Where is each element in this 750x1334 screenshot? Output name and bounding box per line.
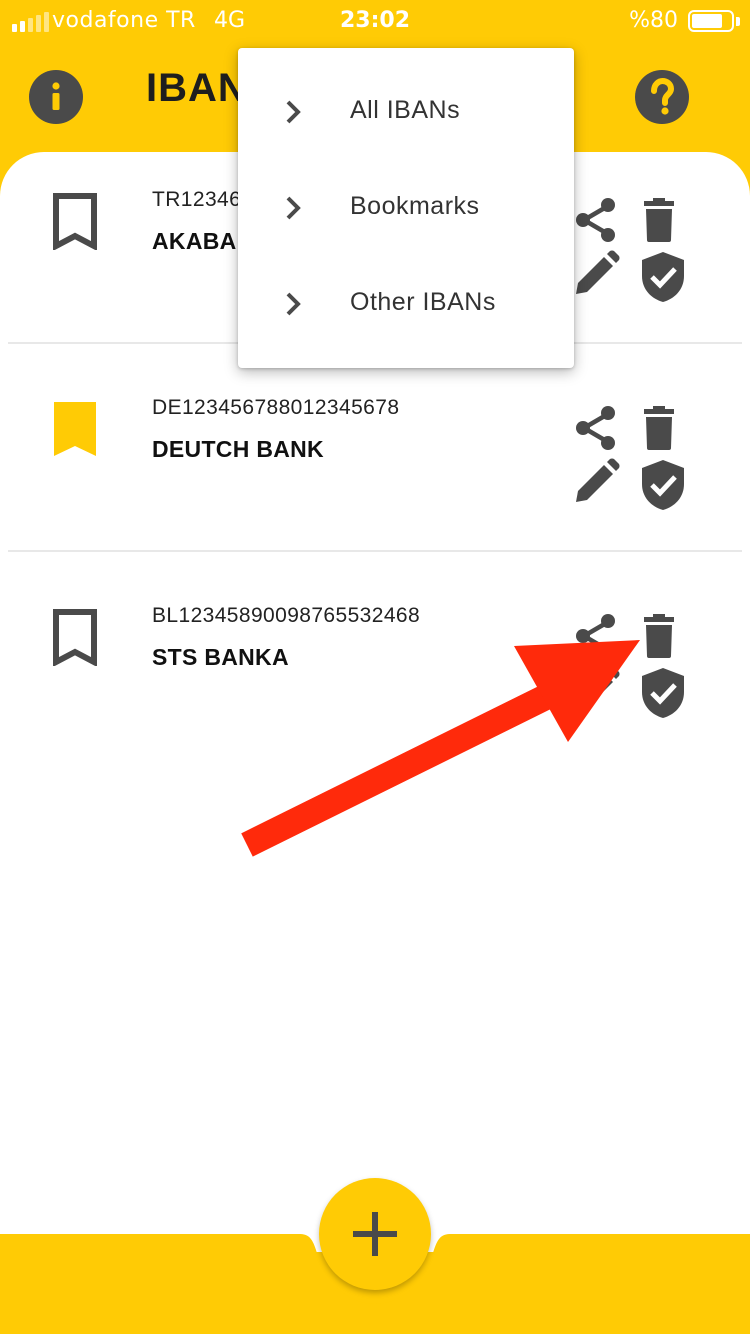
trash-icon[interactable] bbox=[640, 196, 688, 244]
share-icon[interactable] bbox=[572, 612, 620, 660]
shield-check-icon[interactable] bbox=[638, 666, 688, 720]
menu-item-label: All IBANs bbox=[350, 96, 461, 124]
battery-tip bbox=[736, 17, 740, 26]
chevron-right-icon bbox=[286, 196, 301, 220]
page-title: IBAN bbox=[146, 66, 248, 110]
iban-row[interactable]: DE123456788012345678 DEUTCH BANK bbox=[8, 344, 742, 552]
bookmark-filled-icon[interactable] bbox=[52, 400, 98, 458]
menu-item-label: Bookmarks bbox=[350, 192, 480, 220]
share-icon[interactable] bbox=[572, 196, 620, 244]
menu-item-all-ibans[interactable]: All IBANs bbox=[238, 64, 574, 160]
trash-icon[interactable] bbox=[640, 612, 688, 660]
help-button[interactable] bbox=[635, 70, 689, 124]
add-iban-button[interactable] bbox=[319, 1178, 431, 1290]
chevron-right-icon bbox=[286, 292, 301, 316]
bank-name: DEUTCH BANK bbox=[152, 436, 324, 462]
trash-icon[interactable] bbox=[640, 404, 688, 452]
iban-row[interactable]: BL12345890098765532468 STS BANKA bbox=[8, 552, 742, 760]
help-icon bbox=[651, 77, 675, 115]
menu-item-label: Other IBANs bbox=[350, 288, 496, 316]
bookmark-outline-icon[interactable] bbox=[52, 192, 98, 250]
menu-item-other-ibans[interactable]: Other IBANs bbox=[238, 256, 574, 352]
shield-check-icon[interactable] bbox=[638, 250, 688, 304]
battery-percent: %80 bbox=[629, 8, 678, 33]
bank-name: STS BANKA bbox=[152, 644, 289, 670]
status-bar: vodafone TR 4G 23:02 %80 bbox=[0, 0, 750, 40]
filter-menu: All IBANs Bookmarks Other IBANs bbox=[238, 48, 574, 368]
chevron-right-icon bbox=[286, 100, 301, 124]
edit-icon[interactable] bbox=[572, 458, 620, 506]
iban-number: TR12346 bbox=[152, 188, 242, 211]
share-icon[interactable] bbox=[572, 404, 620, 452]
iban-number: BL12345890098765532468 bbox=[152, 604, 421, 627]
edit-icon[interactable] bbox=[572, 250, 620, 298]
info-button[interactable] bbox=[29, 70, 83, 124]
battery-icon bbox=[688, 10, 734, 32]
bank-name: AKABAI bbox=[152, 228, 244, 254]
info-icon bbox=[52, 82, 60, 110]
menu-item-bookmarks[interactable]: Bookmarks bbox=[238, 160, 574, 256]
plus-icon bbox=[353, 1212, 397, 1256]
iban-number: DE123456788012345678 bbox=[152, 396, 400, 419]
bookmark-outline-icon[interactable] bbox=[52, 608, 98, 666]
edit-icon[interactable] bbox=[572, 666, 620, 714]
shield-check-icon[interactable] bbox=[638, 458, 688, 512]
